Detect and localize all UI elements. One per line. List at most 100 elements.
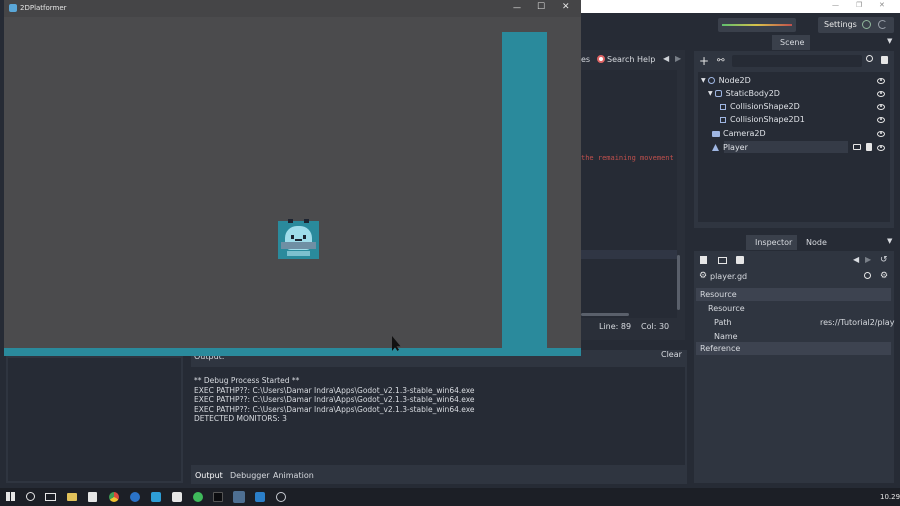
collisionshape-icon (720, 103, 726, 110)
tree-node-staticbody2d[interactable]: ▼ StaticBody2D (698, 87, 890, 100)
search-icon[interactable] (866, 55, 873, 62)
game-window-title: 2DPlatformer (20, 4, 67, 12)
link-icon[interactable]: ⚯ (717, 56, 725, 66)
game-close-button[interactable]: ✕ (562, 2, 570, 12)
visibility-eye-icon[interactable] (877, 116, 885, 123)
status-bar: Line: 89 Col: 30 (581, 320, 685, 334)
settings-gear-icon[interactable]: ⚙ (880, 271, 888, 281)
path-value[interactable]: res://Tutorial2/play (820, 318, 894, 327)
clock-app-icon[interactable] (276, 492, 286, 502)
godot-app-icon (9, 4, 17, 12)
output-log[interactable]: ** Debug Process Started ** EXEC PATHP??… (191, 367, 685, 465)
teal-wall (502, 32, 547, 350)
tab-inspector[interactable]: Inspector (746, 235, 797, 250)
inspector-section-resource[interactable]: Resource (696, 288, 891, 301)
gear-icon: ⚙ (699, 271, 708, 281)
settings-button[interactable]: Settings (818, 17, 894, 33)
log-line: EXEC PATHP??: C:\Users\Damar Indra\Apps\… (194, 404, 475, 414)
terminal-icon[interactable] (213, 492, 223, 502)
section-label: Resource (700, 290, 737, 299)
tree-node-node2d[interactable]: ▼ Node2D (698, 74, 890, 87)
chrome-icon[interactable] (109, 492, 119, 502)
editor-restore-button[interactable]: ❐ (856, 1, 862, 9)
log-line: DETECTED MONITORS: 3 (194, 414, 287, 424)
editor-close-button[interactable]: ✕ (879, 1, 885, 9)
visibility-eye-icon[interactable] (877, 77, 885, 84)
scene-dock: + ⚯ ▼ Node2D ▼ StaticBody2D CollisionSha… (694, 51, 894, 228)
name-label: Name (714, 332, 738, 341)
scene-filter-input[interactable] (732, 55, 862, 67)
godot-task-icon[interactable] (233, 491, 245, 503)
game-maximize-button[interactable]: ☐ (537, 2, 545, 12)
visibility-eye-icon[interactable] (877, 144, 885, 151)
section-label: Reference (700, 344, 741, 353)
tree-node-label: Camera2D (723, 129, 766, 138)
add-node-icon[interactable]: + (699, 54, 709, 68)
status-col: Col: 30 (641, 322, 670, 331)
tree-node-collisionshape2d1[interactable]: CollisionShape2D1 (698, 113, 890, 126)
editor-minimize-button[interactable]: — (832, 1, 839, 9)
tree-node-collisionshape2d[interactable]: CollisionShape2D (698, 100, 890, 113)
search-help-button[interactable]: Search Help (607, 55, 655, 64)
tab-output[interactable]: Output (195, 471, 223, 480)
prev-object-icon[interactable]: ◀ (853, 255, 859, 264)
dock-menu-icon[interactable]: ▼ (887, 237, 892, 245)
collisionshape-icon (720, 116, 726, 123)
bottom-tabs: Output Debugger Animation (191, 469, 685, 483)
script-tab-fragment[interactable]: es (581, 55, 590, 64)
task-view-icon[interactable] (45, 493, 56, 501)
game-minimize-button[interactable]: — (513, 3, 521, 12)
tab-animation[interactable]: Animation (273, 471, 314, 480)
game-window: 2DPlatformer — ☐ ✕ (4, 0, 581, 356)
tree-node-camera2d[interactable]: Camera2D (698, 127, 890, 140)
open-folder-icon[interactable] (718, 257, 727, 264)
code-hscrollbar[interactable] (581, 313, 629, 316)
game-viewport[interactable] (4, 17, 581, 356)
telegram-icon[interactable] (151, 492, 161, 502)
spotify-icon[interactable] (193, 492, 203, 502)
inspector-section-reference[interactable]: Reference (696, 342, 891, 355)
tree-node-label: Node2D (718, 76, 751, 85)
app-icon[interactable] (172, 492, 182, 502)
tree-node-label: StaticBody2D (725, 89, 780, 98)
node-tab-label: Node (806, 238, 827, 247)
tab-node[interactable]: Node (800, 235, 836, 250)
code-scrollbar[interactable] (677, 255, 680, 310)
node2d-icon (707, 77, 715, 84)
store-icon[interactable] (88, 492, 97, 502)
path-label: Path (714, 318, 732, 327)
taskbar-clock[interactable]: 10.29 (880, 493, 900, 501)
refresh-icon (878, 20, 887, 29)
new-resource-icon[interactable] (700, 256, 707, 264)
taskbar: 10.29 (0, 488, 900, 506)
history-back-icon[interactable]: ◀ (663, 54, 669, 63)
visibility-eye-icon[interactable] (877, 90, 885, 97)
scene-tab[interactable]: Scene (772, 35, 810, 50)
current-line-highlight (581, 250, 677, 259)
resource-subsection[interactable]: Resource (708, 304, 745, 313)
windows-start-icon[interactable] (6, 492, 15, 501)
tab-debugger[interactable]: Debugger (230, 471, 270, 480)
visibility-eye-icon[interactable] (877, 130, 885, 137)
scene-instance-icon[interactable] (853, 144, 861, 150)
scene-tree: ▼ Node2D ▼ StaticBody2D CollisionShape2D… (698, 72, 890, 222)
game-titlebar[interactable]: 2DPlatformer — ☐ ✕ (4, 0, 581, 17)
explorer-icon[interactable] (67, 493, 77, 501)
browser-icon[interactable] (130, 492, 140, 502)
script-toolbar: es Search Help ◀ ▶ (581, 52, 685, 66)
tree-node-player[interactable]: Player (698, 141, 890, 154)
inspector-tab-label: Inspector (755, 238, 793, 247)
script-icon[interactable] (866, 143, 872, 151)
vscode-icon[interactable] (255, 492, 265, 502)
history-icon[interactable]: ↺ (880, 255, 888, 265)
code-area[interactable]: the remaining movement (581, 70, 677, 318)
search-icon[interactable] (864, 272, 871, 279)
history-forward-icon[interactable]: ▶ (675, 54, 681, 63)
trash-icon[interactable] (881, 56, 888, 64)
dock-menu-icon[interactable]: ▼ (887, 37, 892, 45)
save-icon[interactable] (736, 256, 744, 264)
search-circle-icon[interactable] (26, 492, 35, 501)
next-object-icon[interactable]: ▶ (865, 255, 871, 264)
clear-button[interactable]: Clear (661, 350, 685, 364)
visibility-eye-icon[interactable] (877, 103, 885, 110)
